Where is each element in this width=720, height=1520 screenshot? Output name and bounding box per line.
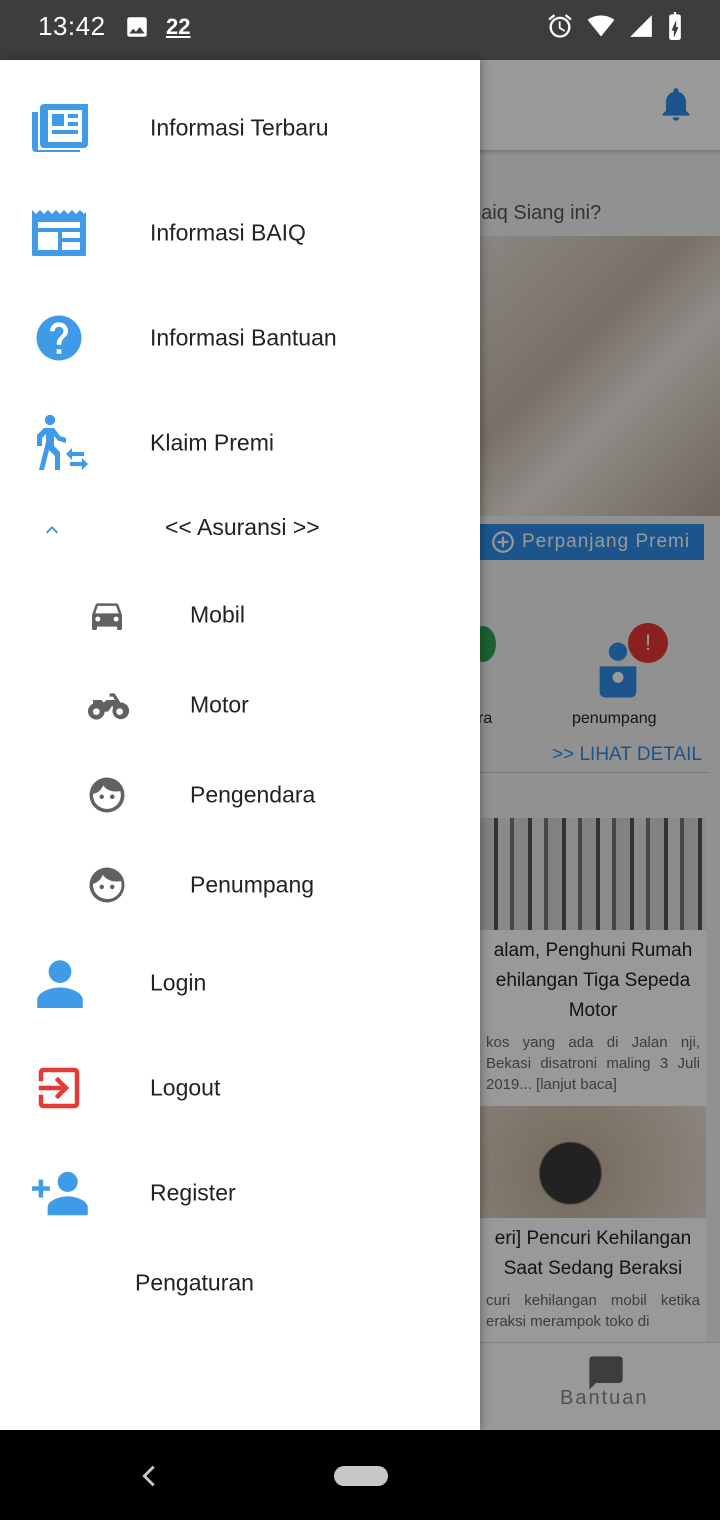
chevron-up-icon — [46, 526, 58, 534]
wifi-icon — [587, 15, 615, 37]
menu-item-label: Informasi Bantuan — [150, 324, 337, 351]
menu-item-informasi-terbaru[interactable]: Informasi Terbaru — [0, 88, 480, 168]
help-icon — [36, 315, 82, 361]
menu-item-informasi-baiq[interactable]: Informasi BAIQ — [0, 193, 480, 273]
menu-item-informasi-bantuan[interactable]: Informasi Bantuan — [0, 298, 480, 378]
person-add-icon — [32, 1171, 88, 1216]
image-notification-icon — [127, 17, 147, 37]
motorcycle-icon — [88, 693, 130, 720]
walk-transfer-icon — [37, 414, 88, 470]
menu-item-login[interactable]: Login — [0, 943, 480, 1023]
sub-item-label: Pengendara — [190, 781, 316, 808]
section-label: << Asuransi >> — [165, 514, 320, 540]
alarm-icon — [548, 14, 572, 38]
menu-item-label: Informasi Terbaru — [150, 114, 329, 141]
signal-icon — [630, 15, 652, 37]
face-outline-icon — [89, 867, 125, 903]
menu-item-pengaturan[interactable]: Pengaturan — [0, 1243, 480, 1323]
person-icon — [37, 960, 83, 1008]
sub-item-pengendara[interactable]: Pengendara — [0, 755, 480, 835]
system-navigation-bar — [0, 1430, 720, 1520]
exit-icon — [38, 1067, 80, 1109]
home-pill[interactable] — [334, 1466, 388, 1486]
menu-item-label: Login — [150, 969, 207, 996]
menu-item-label: Logout — [150, 1074, 221, 1101]
notification-count: 22 — [166, 14, 191, 39]
menu-item-label: Klaim Premi — [150, 429, 274, 456]
menu-item-klaim-premi[interactable]: Klaim Premi — [0, 403, 480, 483]
back-icon[interactable] — [138, 1462, 160, 1490]
sub-item-label: Mobil — [190, 601, 245, 628]
battery-charging-icon — [669, 12, 681, 40]
sub-item-penumpang[interactable]: Penumpang — [0, 845, 480, 925]
face-icon — [89, 777, 125, 813]
menu-item-logout[interactable]: Logout — [0, 1048, 480, 1128]
sub-item-label: Motor — [190, 691, 249, 718]
status-bar: 13:42 22 — [0, 0, 720, 60]
clock: 13:42 — [38, 11, 106, 41]
sub-item-mobil[interactable]: Mobil — [0, 575, 480, 655]
newspaper-icon — [32, 104, 88, 152]
navigation-drawer: Informasi Terbaru Informasi BAIQ Informa… — [0, 60, 480, 1430]
sub-item-motor[interactable]: Motor — [0, 665, 480, 745]
receipt-icon — [32, 210, 86, 256]
menu-item-label: Pengaturan — [135, 1269, 254, 1296]
sub-item-label: Penumpang — [190, 871, 315, 898]
menu-item-register[interactable]: Register — [0, 1153, 480, 1233]
car-icon — [92, 603, 122, 630]
menu-item-label: Informasi BAIQ — [150, 219, 306, 246]
menu-item-label: Register — [150, 1179, 236, 1206]
asuransi-section-toggle[interactable]: << Asuransi >> — [0, 500, 480, 560]
